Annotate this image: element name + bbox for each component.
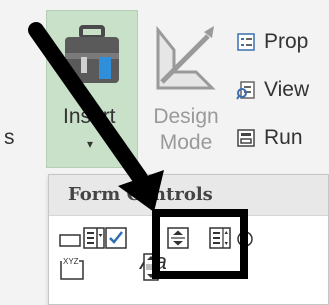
properties-button[interactable]: Prop xyxy=(236,24,308,60)
design-mode-button[interactable]: Design Mode xyxy=(140,10,232,168)
properties-label: Prop xyxy=(264,30,309,53)
button-control[interactable] xyxy=(59,229,81,251)
developer-ribbon: s Insert ▾ Design Mode Prop View Run xyxy=(0,0,329,170)
check-box-icon xyxy=(105,227,127,249)
button-control-icon xyxy=(59,234,81,247)
combo-box-control[interactable] xyxy=(83,226,105,250)
option-button-control[interactable] xyxy=(235,229,255,249)
combo-box-icon xyxy=(83,227,105,249)
view-code-label: View xyxy=(264,78,310,101)
run-dialog-button[interactable]: Run xyxy=(236,120,303,156)
run-dialog-label: Run xyxy=(264,126,303,149)
group-box-icon: XYZ xyxy=(60,257,84,280)
spin-button-icon xyxy=(167,227,189,249)
svg-text:XYZ: XYZ xyxy=(63,257,79,266)
form-controls-header: Form Controls xyxy=(49,175,328,216)
design-mode-line1: Design xyxy=(153,105,219,128)
group-box-control[interactable]: XYZ xyxy=(57,255,85,281)
run-dialog-icon xyxy=(237,129,255,147)
list-box-control[interactable] xyxy=(209,227,231,249)
cropped-group-label: s xyxy=(4,126,15,149)
insert-controls-button[interactable]: Insert ▾ xyxy=(46,10,138,168)
list-box-icon xyxy=(209,227,231,249)
check-box-control[interactable] xyxy=(105,227,127,249)
toolbox-icon xyxy=(65,25,119,83)
properties-icon xyxy=(237,33,255,51)
scroll-bar-control[interactable] xyxy=(141,253,163,281)
view-code-button[interactable]: View xyxy=(236,72,309,108)
design-mode-line2: Mode xyxy=(159,131,213,154)
option-button-icon xyxy=(237,231,253,247)
insert-controls-dropdown: Form Controls XYZ xyxy=(48,174,329,305)
chevron-down-icon: ▾ xyxy=(87,137,94,151)
insert-label: Insert xyxy=(63,105,116,128)
design-mode-icon xyxy=(156,25,216,90)
design-mode-label: Design Mode xyxy=(140,104,232,156)
spin-button-control[interactable] xyxy=(167,227,189,249)
form-controls-title: Form Controls xyxy=(68,184,213,205)
view-code-icon xyxy=(236,81,255,100)
scroll-bar-icon xyxy=(143,253,159,281)
